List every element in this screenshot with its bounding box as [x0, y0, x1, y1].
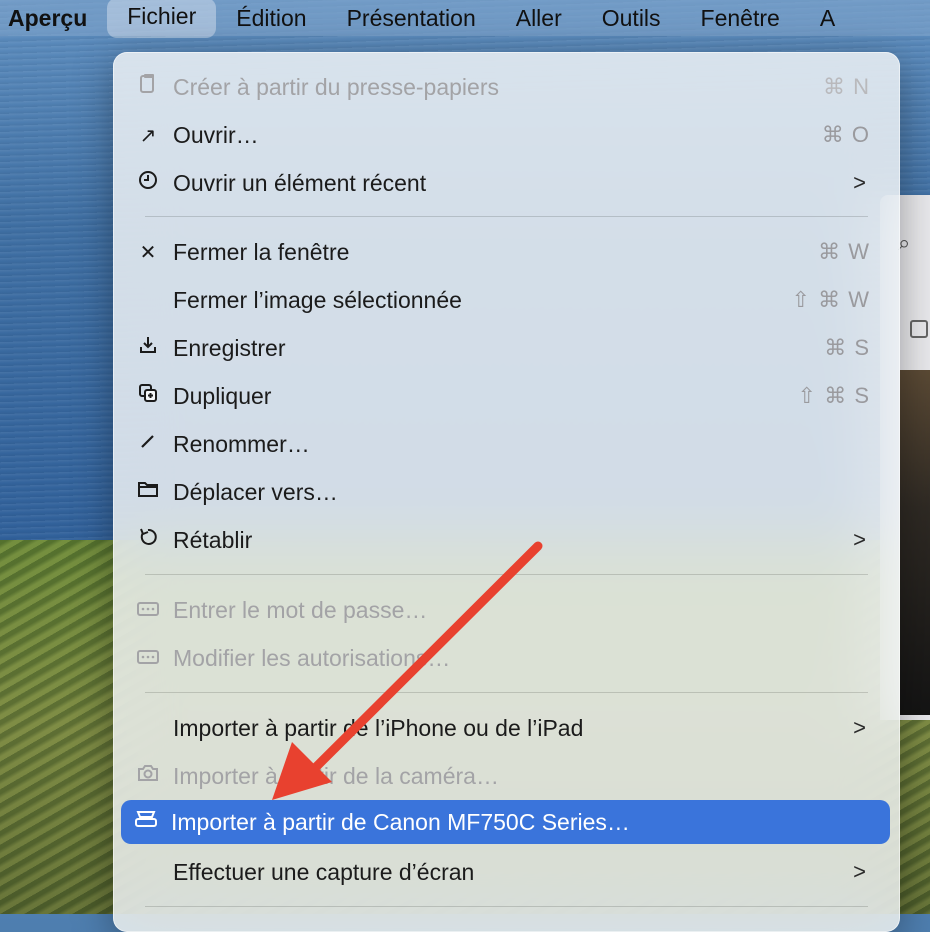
menu-item-revert[interactable]: Rétablir > [123, 518, 890, 562]
password-icon [123, 599, 173, 622]
menubar-item-fichier[interactable]: Fichier [107, 0, 217, 38]
pencil-icon [123, 431, 173, 457]
chevron-right-icon: > [853, 715, 866, 740]
menubar-app-name[interactable]: Aperçu [0, 0, 107, 36]
menu-separator [145, 692, 868, 693]
save-icon [123, 335, 173, 361]
menu-item-close-selected-image[interactable]: Fermer l’image sélectionnée ⇧ ⌘ W [123, 278, 890, 322]
menu-item-take-screenshot[interactable]: Effectuer une capture d’écran > [123, 850, 890, 894]
clock-icon [123, 170, 173, 196]
menu-item-move-to[interactable]: Déplacer vers… [123, 470, 890, 514]
revert-icon [123, 527, 173, 553]
menubar-item-aide[interactable]: A [800, 0, 855, 36]
chevron-right-icon: > [853, 527, 866, 552]
menubar-item-presentation[interactable]: Présentation [327, 0, 496, 36]
open-arrow-icon: ↗ [139, 124, 157, 147]
menubar-item-fenetre[interactable]: Fenêtre [681, 0, 800, 36]
chevron-right-icon: > [853, 859, 866, 884]
menu-item-import-canon-scanner[interactable]: Importer à partir de Canon MF750C Series… [121, 800, 890, 844]
folder-icon [123, 480, 173, 504]
menubar-item-aller[interactable]: Aller [496, 0, 582, 36]
menu-item-open-recent[interactable]: Ouvrir un élément récent > [123, 161, 890, 205]
scanner-icon [121, 810, 171, 834]
menu-item-duplicate[interactable]: Dupliquer ⇧ ⌘ S [123, 374, 890, 418]
menubar-item-outils[interactable]: Outils [582, 0, 681, 36]
sidebar-toggle-icon [910, 320, 928, 338]
chevron-right-icon: > [853, 170, 866, 195]
password-icon [123, 647, 173, 670]
duplicate-icon [123, 383, 173, 409]
menu-item-rename[interactable]: Renommer… [123, 422, 890, 466]
close-icon: ✕ [139, 241, 157, 264]
fichier-dropdown-menu: Créer à partir du presse-papiers ⌘ N ↗ O… [113, 52, 900, 932]
menu-separator [145, 906, 868, 907]
menu-separator [145, 574, 868, 575]
menu-item-enter-password[interactable]: Entrer le mot de passe… [123, 588, 890, 632]
menu-item-open[interactable]: ↗ Ouvrir… ⌘ O [123, 113, 890, 157]
menu-item-edit-permissions[interactable]: Modifier les autorisations… [123, 636, 890, 680]
window-image-preview [900, 370, 930, 715]
menu-item-new-from-clipboard[interactable]: Créer à partir du presse-papiers ⌘ N [123, 65, 890, 109]
clipboard-icon [123, 73, 173, 101]
menu-separator [145, 216, 868, 217]
menu-item-import-camera[interactable]: Importer à partir de la caméra… [123, 754, 890, 798]
camera-icon [123, 764, 173, 788]
menu-item-import-iphone-ipad[interactable]: Importer à partir de l’iPhone ou de l’iP… [123, 706, 890, 750]
menubar-item-edition[interactable]: Édition [216, 0, 326, 36]
menu-item-save[interactable]: Enregistrer ⌘ S [123, 326, 890, 370]
menu-bar: Aperçu Fichier Édition Présentation Alle… [0, 0, 930, 38]
menu-item-close-window[interactable]: ✕ Fermer la fenêtre ⌘ W [123, 230, 890, 274]
